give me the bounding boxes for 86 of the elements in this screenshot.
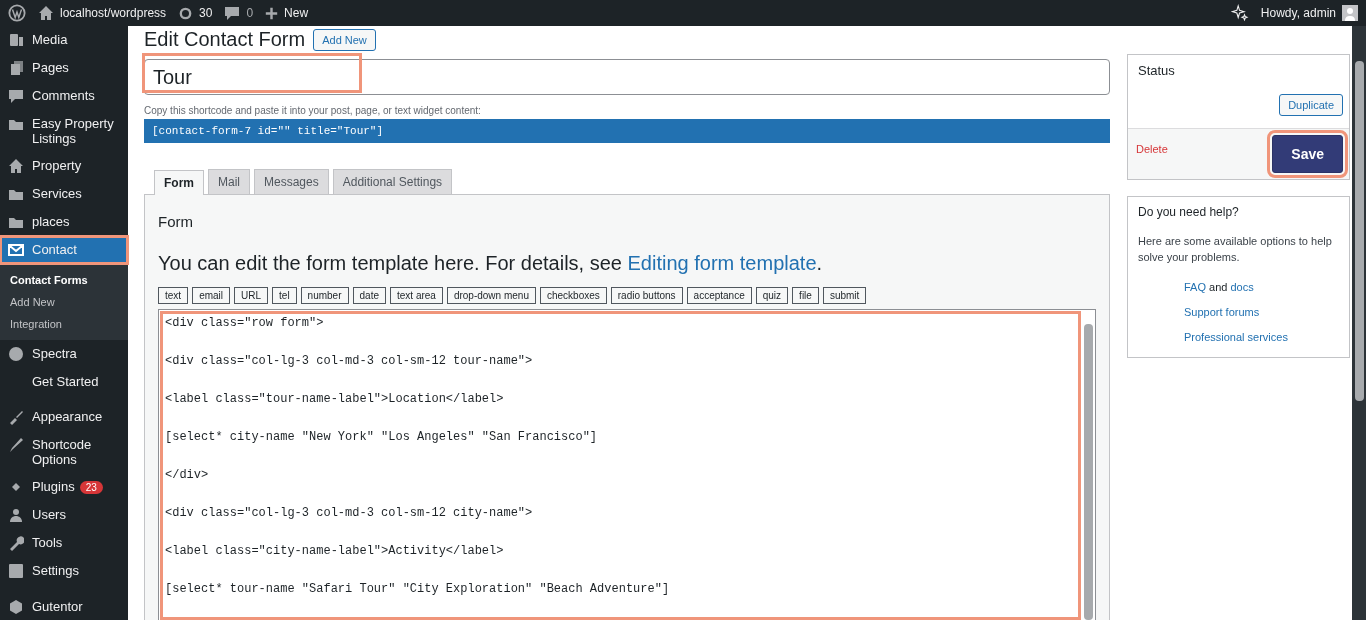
media-icon: [8, 32, 24, 48]
menu-item[interactable]: Settings: [0, 557, 128, 585]
menu-item[interactable]: Easy Property Listings: [0, 110, 128, 152]
envelope-icon: [8, 242, 24, 258]
box-title: Do you need help?: [1138, 205, 1240, 219]
page-icon: [8, 60, 24, 76]
menu-item[interactable]: Get Started: [0, 368, 128, 395]
menu-item[interactable]: Plugins 23: [0, 473, 128, 501]
page-title: Edit Contact Form: [144, 28, 306, 51]
house-icon: [38, 5, 54, 21]
house-icon: [8, 158, 24, 174]
delete-link[interactable]: Delete: [1136, 143, 1168, 155]
tag-button[interactable]: date: [352, 287, 386, 304]
and-text: and: [1209, 281, 1228, 293]
menu-item[interactable]: Appearance: [0, 403, 128, 431]
hex-icon: [8, 599, 24, 615]
menu-item[interactable]: places: [0, 208, 128, 236]
menu-item[interactable]: Media: [0, 26, 128, 54]
person-icon: [8, 507, 24, 523]
tag-button[interactable]: tel: [272, 287, 297, 304]
tag-button[interactable]: drop-down menu: [446, 287, 536, 304]
editing-template-link[interactable]: Editing form template: [627, 252, 817, 274]
docs-link[interactable]: docs: [1230, 281, 1254, 293]
shortcode-field[interactable]: [contact-form-7 id="" title="Tour"]: [144, 119, 1110, 143]
sparkle-icon[interactable]: [1230, 4, 1249, 22]
tag-button[interactable]: text area: [390, 287, 443, 304]
bubble-icon: [224, 5, 241, 21]
professional-services-link[interactable]: Professional services: [1184, 331, 1339, 343]
howdy-menu[interactable]: Howdy, admin: [1260, 6, 1336, 20]
comments-count[interactable]: 0: [246, 6, 254, 20]
menu-item[interactable]: Services: [0, 180, 128, 208]
site-link[interactable]: localhost/wordpress: [60, 6, 167, 20]
code-line: <div class="col-lg-3 col-md-3 col-sm-12 city-name">: [165, 505, 534, 522]
menu-item[interactable]: Users: [0, 501, 128, 529]
help-text: Here are some available options to help solve your problems.: [1138, 234, 1333, 265]
brush-icon: [8, 409, 24, 425]
bubble-icon: [8, 88, 24, 104]
tag-button[interactable]: acceptance: [686, 287, 752, 304]
new-menu[interactable]: New: [284, 6, 309, 20]
panel-heading: Form: [158, 213, 194, 230]
submenu-item[interactable]: Integration: [0, 313, 128, 335]
tag-button[interactable]: email: [192, 287, 231, 304]
menu-item[interactable]: Comments: [0, 82, 128, 110]
submenu-item[interactable]: Add New: [0, 291, 128, 313]
tag-button[interactable]: quiz: [755, 287, 789, 304]
add-new-button[interactable]: Add New: [313, 28, 376, 51]
pen-icon: [8, 437, 24, 453]
faq-link[interactable]: FAQ: [1184, 281, 1206, 293]
menu-item[interactable]: Property: [0, 152, 128, 180]
tag-button[interactable]: number: [300, 287, 349, 304]
code-line: </div>: [165, 467, 210, 484]
code-line: <label class="city-name-label">Activity</label>: [165, 543, 505, 560]
duplicate-button[interactable]: Duplicate: [1279, 94, 1343, 116]
intro-text: You can edit the form template here. For details, see Editing form template.: [158, 252, 824, 275]
updates-count[interactable]: 30: [199, 6, 213, 20]
submenu-item[interactable]: Contact Forms: [0, 269, 128, 291]
menu-item[interactable]: Gutentor: [0, 593, 128, 620]
tab[interactable]: Additional Settings: [332, 169, 453, 194]
scrollbar-thumb[interactable]: [1354, 61, 1364, 401]
menu-item[interactable]: Tools: [0, 529, 128, 557]
tag-button[interactable]: checkboxes: [539, 287, 607, 304]
code-line: <div class="row form">: [165, 315, 325, 332]
tag-button[interactable]: text: [158, 287, 189, 304]
box-title: Status: [1137, 62, 1176, 78]
count-badge: 23: [79, 481, 103, 494]
menu-item[interactable]: Spectra: [0, 340, 128, 368]
tab[interactable]: Messages: [254, 169, 329, 194]
tag-button[interactable]: URL: [234, 287, 269, 304]
plus-icon[interactable]: [265, 6, 279, 20]
menu-item[interactable]: Contact: [0, 236, 128, 264]
code-line: <div class="col-lg-3 col-md-3 col-sm-12 tour-name">: [165, 353, 534, 370]
support-forums-link[interactable]: Support forums: [1184, 306, 1339, 318]
code-line: <label class="tour-name-label">Location</label>: [165, 391, 505, 408]
wrench-icon: [8, 535, 24, 551]
scrollbar-thumb[interactable]: [1084, 324, 1093, 620]
menu-item[interactable]: Shortcode Options: [0, 431, 128, 473]
tag-button[interactable]: file: [792, 287, 819, 304]
shortcode-hint: Copy this shortcode and paste it into your post, page, or text widget content:: [144, 105, 482, 116]
tag-button[interactable]: radio buttons: [610, 287, 683, 304]
tag-button[interactable]: submit: [822, 287, 867, 304]
tab[interactable]: Mail: [208, 169, 250, 194]
code-line: [select* city-name "New York" "Los Angeles" "San Francisco"]: [165, 429, 599, 446]
menu-item[interactable]: Pages: [0, 54, 128, 82]
tab[interactable]: Form: [154, 170, 204, 195]
wordpress-logo-icon[interactable]: [8, 4, 26, 22]
code-line: [select* tour-name "Safari Tour" "City Exploration" "Beach Adventure"]: [165, 581, 671, 598]
